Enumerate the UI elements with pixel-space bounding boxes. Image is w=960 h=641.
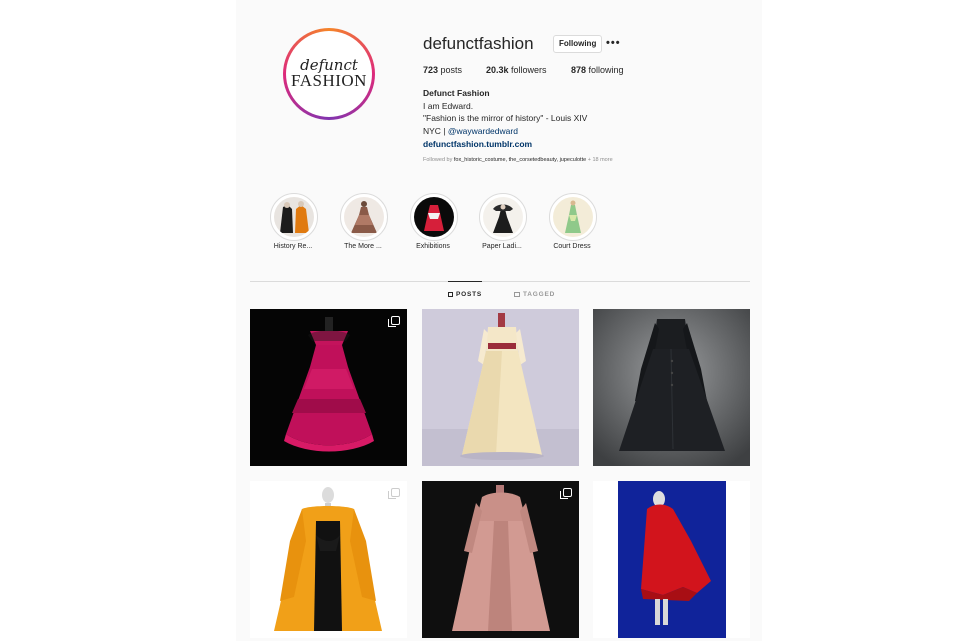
followers-label: followers bbox=[511, 65, 547, 75]
tag-icon bbox=[514, 292, 520, 297]
highlight-court-dress-thumb bbox=[553, 197, 593, 237]
posts-count-stat: 723 posts bbox=[423, 65, 462, 75]
bio-line-3: NYC | @waywardedward bbox=[423, 125, 587, 138]
post-cream-gown-image bbox=[422, 309, 579, 466]
avatar-logo: defunct FASHION bbox=[286, 31, 372, 117]
avatar-logo-top: defunct bbox=[300, 56, 358, 74]
tabs-divider bbox=[250, 281, 750, 282]
active-tab-indicator bbox=[448, 281, 482, 282]
profile-bio: Defunct Fashion I am Edward. "Fashion is… bbox=[423, 87, 587, 151]
bio-line-1: I am Edward. bbox=[423, 100, 474, 111]
multiple-images-icon bbox=[388, 488, 400, 499]
highlight-court-dress[interactable] bbox=[549, 193, 597, 241]
post-yellow-opera-coat-image bbox=[250, 481, 407, 638]
post-yellow-opera-coat[interactable] bbox=[250, 481, 407, 638]
followed-by-prefix: Followed by bbox=[423, 157, 454, 163]
more-options-icon[interactable]: ••• bbox=[606, 37, 621, 49]
highlight-paper-ladies-thumb bbox=[483, 197, 523, 237]
bio-location: NYC | bbox=[423, 126, 448, 137]
following-count: 878 bbox=[571, 65, 587, 75]
profile-avatar[interactable]: defunct FASHION bbox=[283, 28, 375, 120]
highlight-the-more-label: The More ... bbox=[344, 243, 382, 250]
tab-posts[interactable]: POSTS bbox=[448, 291, 482, 298]
posts-count: 723 bbox=[423, 65, 439, 75]
following-stat[interactable]: 878 following bbox=[571, 65, 624, 75]
followers-stat[interactable]: 20.3k followers bbox=[486, 65, 547, 75]
highlight-history-thumb bbox=[274, 197, 314, 237]
post-black-coat-dress[interactable] bbox=[593, 309, 750, 466]
post-black-coat-dress-image bbox=[593, 309, 750, 466]
followed-by-suffix: + 18 more bbox=[586, 157, 613, 163]
followed-by-text[interactable]: Followed by fox_historic_costume, the_co… bbox=[423, 157, 613, 163]
bio-mention-link[interactable]: @waywardedward bbox=[448, 126, 518, 136]
highlight-exhibitions-label: Exhibitions bbox=[416, 243, 450, 250]
multiple-images-icon bbox=[388, 316, 400, 327]
tab-tagged[interactable]: TAGGED bbox=[514, 291, 555, 298]
tab-tagged-label: TAGGED bbox=[523, 291, 556, 298]
posts-label: posts bbox=[440, 65, 463, 75]
post-red-fringe-cape-image bbox=[593, 481, 750, 638]
bio-line-2: "Fashion is the mirror of history" - Lou… bbox=[423, 113, 588, 124]
post-rose-pink-robe[interactable] bbox=[422, 481, 579, 638]
grid-icon bbox=[448, 292, 453, 297]
following-label: following bbox=[588, 65, 624, 75]
highlight-exhibitions-thumb bbox=[414, 197, 454, 237]
profile-username: defunctfashion bbox=[423, 34, 534, 53]
post-cream-gown[interactable] bbox=[422, 309, 579, 466]
highlight-paper-ladies[interactable] bbox=[479, 193, 527, 241]
highlight-history[interactable] bbox=[270, 193, 318, 241]
following-button[interactable]: Following bbox=[553, 35, 603, 53]
highlight-exhibitions[interactable] bbox=[410, 193, 458, 241]
tab-posts-label: POSTS bbox=[456, 291, 483, 298]
display-name: Defunct Fashion bbox=[423, 88, 490, 98]
highlight-the-more-thumb bbox=[344, 197, 384, 237]
highlight-history-label: History Re... bbox=[273, 243, 313, 250]
highlight-the-more[interactable] bbox=[340, 193, 388, 241]
highlight-paper-ladies-label: Paper Ladi... bbox=[482, 243, 522, 250]
highlight-court-dress-label: Court Dress bbox=[553, 243, 591, 250]
multiple-images-icon bbox=[560, 488, 572, 499]
followed-by-names: fox_historic_costume, the_corsetedbeauty… bbox=[453, 157, 587, 163]
post-rose-pink-robe-image bbox=[422, 481, 579, 638]
post-pink-ball-gown[interactable] bbox=[250, 309, 407, 466]
post-red-fringe-cape[interactable] bbox=[593, 481, 750, 638]
followers-count: 20.3k bbox=[486, 65, 509, 75]
post-pink-ball-gown-image bbox=[250, 309, 407, 466]
website-link[interactable]: defunctfashion.tumblr.com bbox=[423, 138, 587, 151]
avatar-logo-bottom: FASHION bbox=[291, 71, 367, 90]
